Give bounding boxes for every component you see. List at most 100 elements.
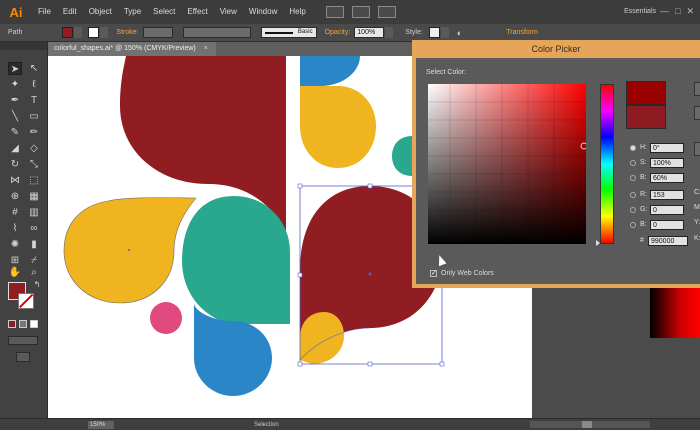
gradient-tool-icon[interactable]: ▥ (27, 206, 41, 219)
original-color-preview[interactable] (626, 105, 666, 129)
red-radio[interactable] (630, 191, 636, 198)
minimize-icon[interactable]: — (660, 6, 669, 17)
document-tab[interactable]: colorful_shapes.ai* @ 150% (CMYK/Preview… (48, 42, 216, 56)
stroke-dropdown[interactable] (100, 27, 109, 38)
menu-object[interactable]: Object (83, 0, 118, 24)
red-input[interactable]: 153 (650, 189, 684, 200)
paintbrush-tool-icon[interactable]: ✎ (8, 126, 22, 139)
stroke-swatch[interactable] (18, 293, 34, 309)
teal-circle-small[interactable] (392, 136, 412, 176)
color-mode-icon[interactable] (8, 320, 16, 328)
blend-tool-icon[interactable]: ∞ (27, 222, 41, 235)
maximize-icon[interactable]: □ (675, 6, 680, 17)
selection-tool-icon[interactable]: ➤ (8, 62, 22, 75)
opacity-link[interactable]: Opacity: (325, 29, 351, 36)
pink-circle[interactable] (150, 302, 182, 334)
fill-color-swatch[interactable] (62, 27, 74, 38)
green-input[interactable]: 0 (650, 204, 684, 215)
menu-type[interactable]: Type (118, 0, 147, 24)
zoom-level-field[interactable]: 150% (88, 420, 114, 429)
ok-button[interactable] (694, 82, 700, 96)
eyedropper-tool-icon[interactable]: ⌇ (8, 222, 22, 235)
pencil-tool-icon[interactable]: ✏ (27, 126, 41, 139)
column-graph-tool-icon[interactable]: ▮ (27, 238, 41, 251)
type-tool-icon[interactable]: T (27, 94, 41, 107)
menu-window[interactable]: Window (243, 0, 283, 24)
gpu-preview-icon[interactable] (377, 6, 396, 18)
hex-input[interactable]: 990000 (648, 235, 688, 246)
opacity-dropdown[interactable] (385, 27, 394, 38)
workspace-switcher[interactable]: Essentials (624, 0, 656, 24)
mesh-tool-icon[interactable]: # (8, 206, 22, 219)
line-segment-tool-icon[interactable]: ╲ (8, 110, 22, 123)
gradient-mode-icon[interactable] (19, 320, 27, 328)
drawing-modes-icon[interactable] (8, 336, 38, 345)
pen-tool-icon[interactable]: ✒ (8, 94, 22, 107)
magic-wand-tool-icon[interactable]: ✦ (8, 78, 22, 91)
menu-edit[interactable]: Edit (57, 0, 83, 24)
swap-fill-stroke-icon[interactable]: ↰ (30, 278, 44, 291)
menu-select[interactable]: Select (147, 0, 181, 24)
yellow-petal-top[interactable] (300, 86, 376, 168)
stroke-weight-field[interactable] (142, 27, 173, 38)
screen-mode-icon[interactable] (16, 352, 30, 362)
rectangle-tool-icon[interactable]: ▭ (27, 110, 41, 123)
only-web-colors-checkbox[interactable]: ✓ (430, 270, 437, 277)
brightness-input[interactable]: 60% (650, 172, 684, 183)
horizontal-scrollbar[interactable] (530, 421, 650, 428)
perspective-grid-tool-icon[interactable]: ▦ (27, 190, 41, 203)
brightness-radio[interactable] (630, 174, 636, 181)
bridge-icon[interactable] (325, 6, 344, 18)
none-mode-icon[interactable] (30, 320, 38, 328)
current-tool-status[interactable]: Selection (254, 422, 279, 428)
recolor-artwork-icon[interactable]: ◐ (457, 28, 462, 38)
fill-dropdown[interactable] (74, 27, 83, 38)
blue-radio[interactable] (630, 221, 636, 228)
tab-close-icon[interactable]: × (204, 45, 208, 52)
menu-view[interactable]: View (214, 0, 243, 24)
lasso-tool-icon[interactable]: ℓ (27, 78, 41, 91)
hand-tool-icon[interactable]: ✋ (8, 266, 22, 279)
saturation-input[interactable]: 100% (650, 157, 684, 168)
menu-effect[interactable]: Effect (181, 0, 213, 24)
menu-help[interactable]: Help (283, 0, 311, 24)
hue-slider[interactable] (600, 84, 614, 244)
cancel-button[interactable] (694, 106, 700, 120)
direct-selection-tool-icon[interactable]: ↖ (27, 62, 41, 75)
color-swatches-button[interactable] (694, 142, 700, 156)
color-field[interactable] (428, 84, 586, 244)
opacity-field[interactable]: 100% (354, 27, 385, 38)
tools-panel-header[interactable] (0, 42, 47, 50)
hue-input[interactable]: 0° (650, 142, 684, 153)
color-picker-title[interactable]: Color Picker (412, 40, 700, 58)
hue-radio[interactable] (630, 144, 636, 151)
width-tool-icon[interactable]: ⋈ (8, 174, 22, 187)
blob-brush-tool-icon[interactable]: ◢ (8, 142, 22, 155)
hue-slider-handle[interactable] (596, 240, 600, 246)
free-transform-tool-icon[interactable]: ⬚ (27, 174, 41, 187)
rotate-tool-icon[interactable]: ↻ (8, 158, 22, 171)
scale-tool-icon[interactable]: ⤡ (27, 158, 41, 171)
graphic-style-swatch[interactable] (428, 27, 440, 38)
arrange-documents-icon[interactable] (351, 6, 370, 18)
horizontal-scrollbar-thumb[interactable] (582, 421, 592, 428)
eraser-tool-icon[interactable]: ◇ (27, 142, 41, 155)
transform-link[interactable]: Transform (506, 29, 538, 36)
stroke-color-swatch[interactable] (88, 27, 100, 38)
yellow-petal-small[interactable] (300, 312, 344, 364)
brush-definition[interactable]: Basic (260, 27, 317, 38)
stroke-link[interactable]: Stroke: (116, 29, 138, 36)
blue-petal-top[interactable] (300, 56, 360, 86)
yellow-teardrop-left[interactable] (63, 197, 197, 304)
symbol-sprayer-tool-icon[interactable]: ✺ (8, 238, 22, 251)
saturation-radio[interactable] (630, 159, 636, 166)
variable-width-profile[interactable] (182, 27, 251, 38)
green-radio[interactable] (630, 206, 636, 213)
style-dropdown[interactable] (440, 27, 449, 38)
menu-file[interactable]: File (32, 0, 57, 24)
close-icon[interactable]: ✕ (686, 6, 694, 17)
color-spectrum-preview[interactable] (650, 288, 700, 338)
shape-builder-tool-icon[interactable]: ⊕ (8, 190, 22, 203)
blue-input[interactable]: 0 (650, 219, 684, 230)
only-web-colors-option[interactable]: ✓ Only Web Colors (430, 270, 494, 277)
